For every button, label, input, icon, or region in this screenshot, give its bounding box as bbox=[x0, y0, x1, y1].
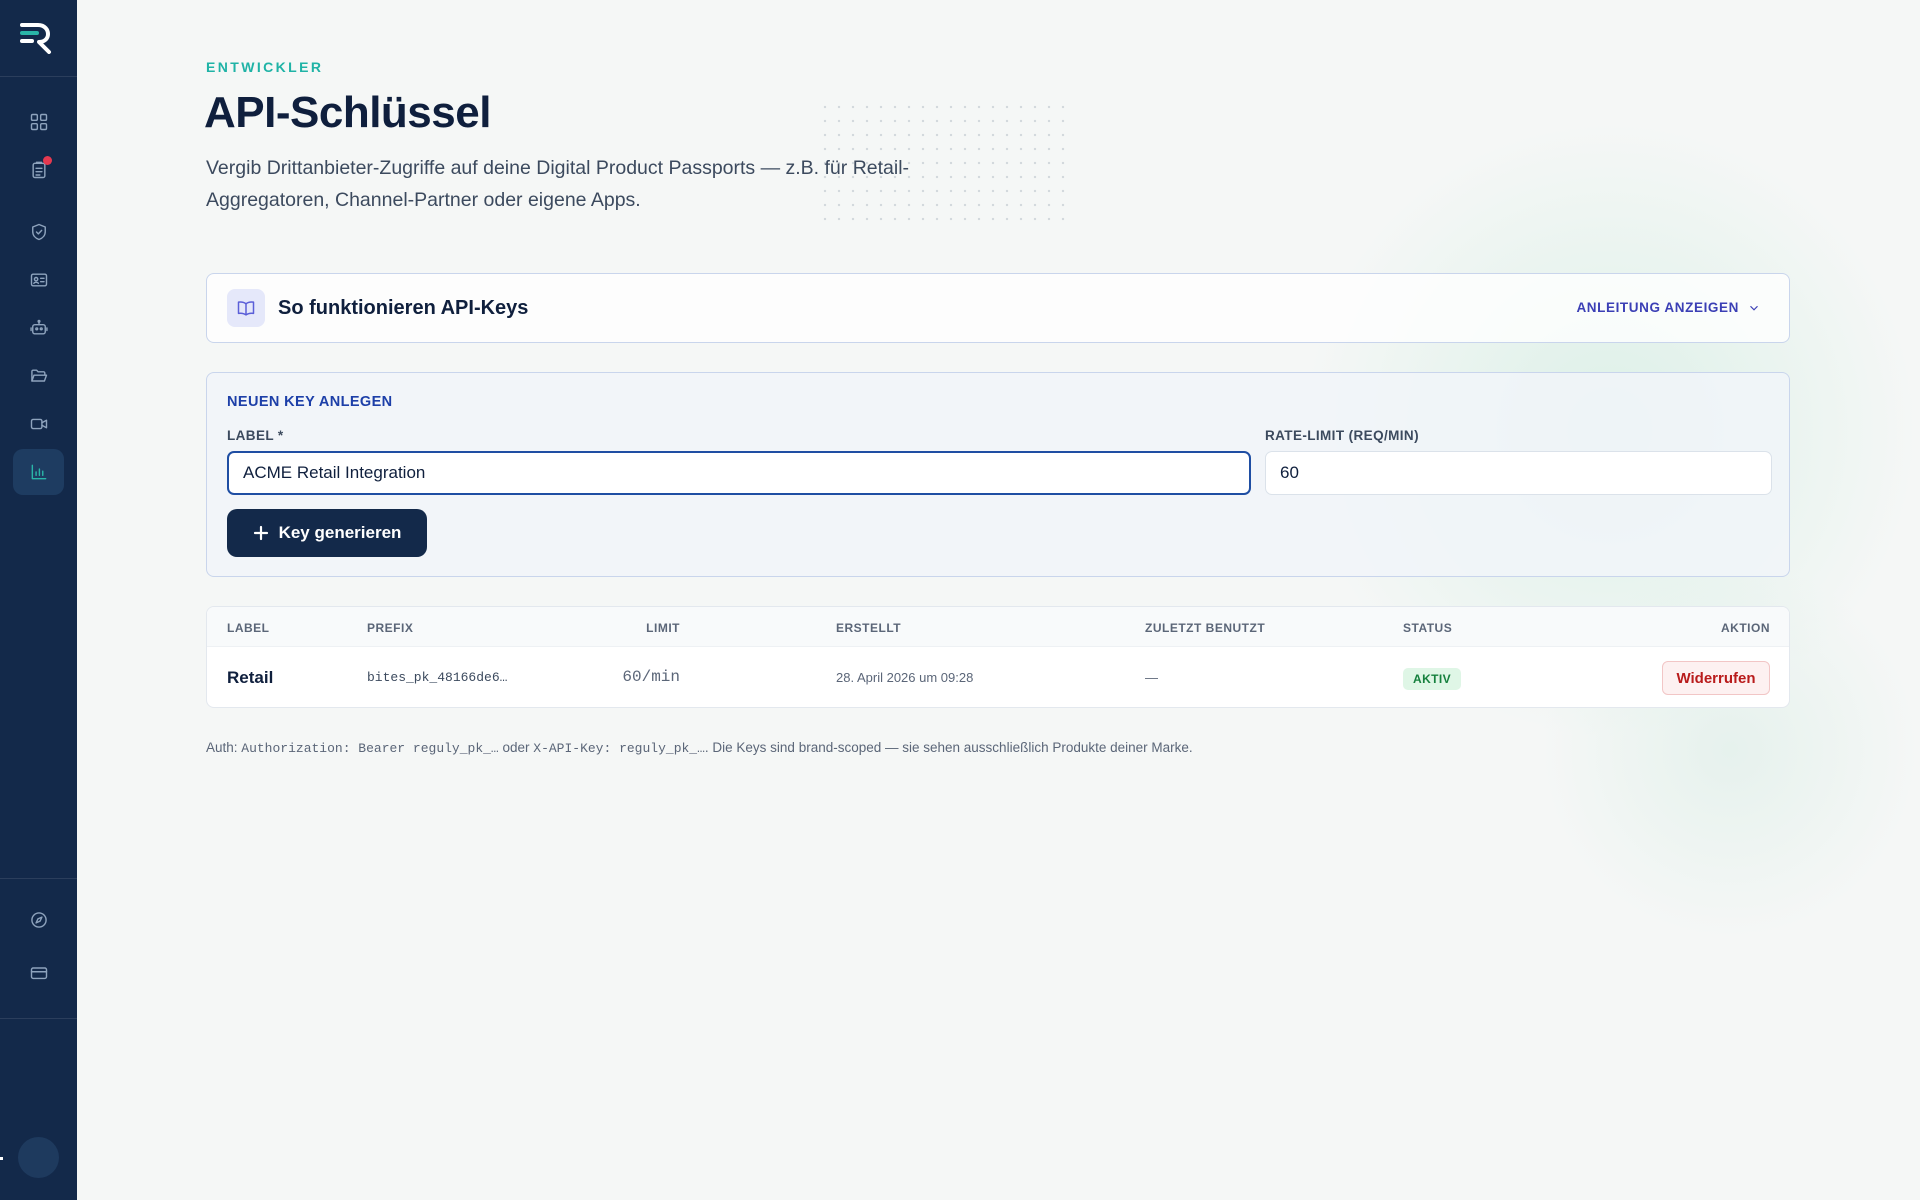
how-it-works-title: So funktionieren API-Keys bbox=[278, 297, 529, 319]
sidebar-divider bbox=[0, 878, 77, 879]
book-icon bbox=[227, 289, 265, 327]
page-description: Vergib Drittanbieter-Zugriffe auf deine … bbox=[206, 157, 910, 211]
column-header-status: STATUS bbox=[1403, 621, 1453, 635]
how-it-works-panel[interactable]: So funktionieren API-Keys ANLEITUNG ANZE… bbox=[206, 273, 1790, 343]
label-input[interactable] bbox=[227, 451, 1251, 495]
sidebar-divider bbox=[0, 76, 77, 77]
rate-limit-input[interactable] bbox=[1265, 451, 1772, 495]
api-keys-table: LABEL PREFIX LIMIT ERSTELLT ZULETZT BENU… bbox=[206, 606, 1790, 708]
column-header-action: AKTION bbox=[1721, 621, 1770, 635]
show-guide-label: ANLEITUNG ANZEIGEN bbox=[1576, 300, 1739, 315]
shield-check-icon bbox=[31, 223, 46, 241]
page-title: API-Schlüssel bbox=[204, 88, 491, 137]
avatar[interactable] bbox=[18, 1137, 59, 1178]
nav-automation[interactable] bbox=[13, 305, 64, 351]
revoke-button[interactable]: Widerrufen bbox=[1662, 661, 1770, 695]
sidebar-divider bbox=[0, 1018, 77, 1019]
page-eyebrow: ENTWICKLER bbox=[206, 59, 324, 75]
table-header: LABEL PREFIX LIMIT ERSTELLT ZULETZT BENU… bbox=[207, 607, 1789, 647]
nav-billing[interactable] bbox=[13, 950, 64, 996]
chevron-down-icon bbox=[1750, 305, 1758, 311]
plus-icon bbox=[253, 525, 268, 541]
column-header-last-used: ZULETZT BENUTZT bbox=[1145, 621, 1266, 635]
key-created: 28. April 2026 um 09:28 bbox=[836, 670, 974, 685]
status-badge: AKTIV bbox=[1403, 668, 1461, 690]
reguly-logo[interactable] bbox=[18, 22, 54, 54]
column-header-prefix: PREFIX bbox=[367, 621, 414, 635]
nav-passports[interactable] bbox=[13, 257, 64, 303]
rate-limit-field-label: RATE-LIMIT (REQ/MIN) bbox=[1265, 428, 1419, 443]
nav-tasks[interactable] bbox=[13, 147, 64, 193]
auth-header-x-api-key: X-API-Key: reguly_pk_… bbox=[533, 741, 705, 756]
folder-open-icon bbox=[30, 369, 47, 382]
column-header-label: LABEL bbox=[227, 621, 270, 635]
sidebar bbox=[0, 0, 77, 1200]
key-label: Retail bbox=[227, 668, 274, 687]
video-camera-icon bbox=[30, 418, 47, 430]
create-key-form: NEUEN KEY ANLEGEN LABEL * RATE-LIMIT (RE… bbox=[206, 372, 1790, 577]
generate-key-label: Key generieren bbox=[278, 523, 402, 542]
auth-note-middle: oder bbox=[498, 740, 534, 755]
nav-analytics[interactable] bbox=[13, 449, 64, 495]
auth-header-bearer: Authorization: Bearer reguly_pk_… bbox=[241, 741, 499, 756]
id-card-icon bbox=[30, 273, 47, 287]
key-prefix: bites_pk_48166de6… bbox=[367, 670, 508, 685]
compass-icon bbox=[30, 912, 47, 928]
nav-media[interactable] bbox=[13, 401, 64, 447]
nav-files[interactable] bbox=[13, 353, 64, 399]
label-field-label: LABEL * bbox=[227, 428, 284, 443]
column-header-limit: LIMIT bbox=[646, 621, 680, 635]
bar-chart-icon bbox=[31, 464, 46, 480]
credit-card-icon bbox=[30, 967, 47, 980]
column-header-created: ERSTELLT bbox=[836, 621, 902, 635]
grid-icon bbox=[30, 113, 47, 131]
generate-key-button[interactable]: Key generieren bbox=[227, 509, 427, 557]
create-key-title: NEUEN KEY ANLEGEN bbox=[227, 394, 393, 410]
nav-explore[interactable] bbox=[13, 897, 64, 943]
key-last-used: — bbox=[1145, 670, 1158, 685]
show-guide-toggle[interactable]: ANLEITUNG ANZEIGEN bbox=[1576, 300, 1761, 315]
auth-note: Auth: Authorization: Bearer reguly_pk_… … bbox=[206, 740, 1193, 756]
notification-dot bbox=[43, 156, 52, 165]
auth-note-suffix: . Die Keys sind brand-scoped — sie sehen… bbox=[704, 740, 1193, 755]
auth-note-prefix: Auth: bbox=[206, 740, 242, 755]
key-limit: 60/min bbox=[622, 668, 680, 686]
nav-compliance[interactable] bbox=[13, 209, 64, 255]
robot-icon bbox=[29, 319, 48, 335]
nav-dashboard[interactable] bbox=[13, 99, 64, 145]
avatar-indicator bbox=[0, 1157, 3, 1160]
